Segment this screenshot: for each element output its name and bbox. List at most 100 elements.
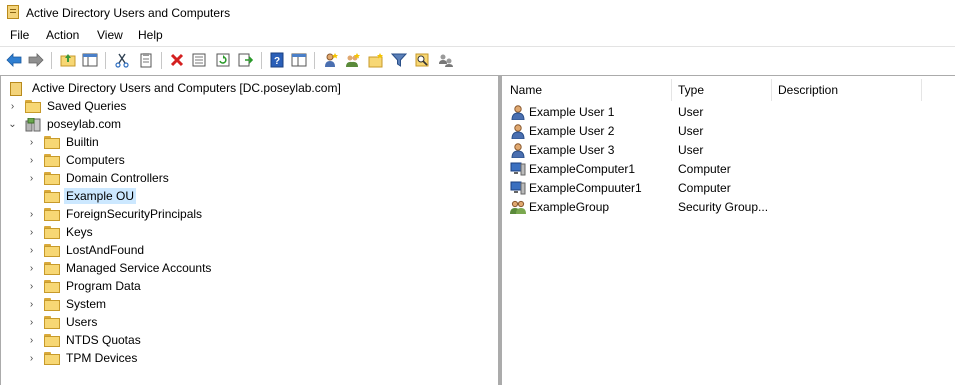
user-icon bbox=[510, 104, 526, 121]
help-icon[interactable]: ? bbox=[268, 51, 286, 69]
back-arrow-icon[interactable] bbox=[5, 51, 23, 69]
ou-folder-icon bbox=[44, 189, 60, 203]
column-header-description[interactable]: Description bbox=[778, 79, 838, 101]
list-item-type: User bbox=[678, 143, 704, 157]
folder-icon bbox=[44, 261, 60, 275]
tree-item-tpm-devices[interactable]: › TPM Devices bbox=[27, 349, 139, 367]
filter-icon[interactable] bbox=[390, 51, 408, 69]
chevron-right-icon[interactable]: › bbox=[27, 261, 36, 275]
computer-icon bbox=[510, 161, 526, 177]
folder-icon bbox=[44, 135, 60, 149]
chevron-right-icon[interactable]: › bbox=[8, 99, 17, 113]
tree-item-program-data[interactable]: › Program Data bbox=[27, 277, 143, 295]
list-item-type: Computer bbox=[678, 181, 731, 195]
tree-item-label: Builtin bbox=[66, 135, 99, 149]
console-help-icon[interactable] bbox=[290, 51, 308, 69]
folder-icon bbox=[44, 333, 60, 347]
tree-item-system[interactable]: › System bbox=[27, 295, 108, 313]
chevron-right-icon[interactable]: › bbox=[27, 315, 36, 329]
chevron-right-icon[interactable]: › bbox=[27, 171, 36, 185]
list-item-name: Example User 2 bbox=[529, 124, 615, 138]
new-user-icon[interactable] bbox=[322, 51, 340, 69]
cut-icon[interactable] bbox=[113, 51, 131, 69]
list-item-name: ExampleCompuuter1 bbox=[529, 181, 642, 195]
tree-item-label: Saved Queries bbox=[47, 99, 127, 113]
list-item[interactable]: Example User 2 User bbox=[510, 122, 950, 140]
aduc-root-icon bbox=[8, 81, 24, 96]
list-item-name: Example User 3 bbox=[529, 143, 615, 157]
tree-item-keys[interactable]: › Keys bbox=[27, 223, 95, 241]
column-header-name[interactable]: Name bbox=[510, 79, 542, 101]
user-icon bbox=[510, 123, 526, 140]
folder-icon bbox=[44, 279, 60, 293]
tree-item-managed-service-accounts[interactable]: › Managed Service Accounts bbox=[27, 259, 213, 277]
chevron-down-icon[interactable]: ⌄ bbox=[8, 117, 17, 131]
list-item-type: Security Group... bbox=[678, 200, 769, 214]
tree-item-label: Keys bbox=[66, 225, 93, 239]
forward-arrow-icon[interactable] bbox=[27, 51, 45, 69]
add-to-group-icon[interactable] bbox=[437, 51, 455, 69]
delete-icon[interactable] bbox=[168, 51, 186, 69]
aduc-app-icon bbox=[7, 5, 19, 19]
list-item[interactable]: Example User 1 User bbox=[510, 103, 950, 121]
folder-icon bbox=[25, 99, 41, 113]
group-icon bbox=[510, 199, 526, 215]
chevron-right-icon[interactable]: › bbox=[27, 333, 36, 347]
menu-action[interactable]: Action bbox=[46, 28, 79, 42]
refresh-icon[interactable] bbox=[214, 51, 232, 69]
chevron-right-icon[interactable]: › bbox=[27, 297, 36, 311]
chevron-right-icon[interactable]: › bbox=[27, 225, 36, 239]
list-item[interactable]: ExampleCompuuter1 Computer bbox=[510, 179, 950, 197]
tree-item-ntds-quotas[interactable]: › NTDS Quotas bbox=[27, 331, 143, 349]
list-item-type: User bbox=[678, 105, 704, 119]
tree-item-example-ou[interactable]: Example OU bbox=[27, 187, 137, 205]
list-item-name: ExampleComputer1 bbox=[529, 162, 636, 176]
window-title: Active Directory Users and Computers bbox=[26, 6, 231, 20]
folder-icon bbox=[44, 297, 60, 311]
folder-icon bbox=[44, 315, 60, 329]
tree-item-label: ForeignSecurityPrincipals bbox=[66, 207, 203, 221]
list-item[interactable]: ExampleGroup Security Group... bbox=[510, 198, 950, 216]
column-header-type[interactable]: Type bbox=[678, 79, 704, 101]
chevron-right-icon[interactable]: › bbox=[27, 243, 36, 257]
tree-item-saved-queries[interactable]: › Saved Queries bbox=[8, 97, 128, 115]
tree-item-label: NTDS Quotas bbox=[66, 333, 141, 347]
tree-item-computers[interactable]: › Computers bbox=[27, 151, 127, 169]
tree-item-label: TPM Devices bbox=[66, 351, 138, 365]
tree-item-foreignsecurityprincipals[interactable]: › ForeignSecurityPrincipals bbox=[27, 205, 204, 223]
chevron-right-icon[interactable]: › bbox=[27, 153, 36, 167]
find-icon[interactable] bbox=[413, 51, 431, 69]
tree-item-users[interactable]: › Users bbox=[27, 313, 99, 331]
copy-icon[interactable] bbox=[137, 51, 155, 69]
computer-icon bbox=[510, 180, 526, 196]
properties-icon[interactable] bbox=[190, 51, 208, 69]
tree-item-label: poseylab.com bbox=[47, 117, 122, 131]
list-item-name: Example User 1 bbox=[529, 105, 615, 119]
menu-view[interactable]: View bbox=[97, 28, 123, 42]
up-folder-icon[interactable] bbox=[59, 51, 77, 69]
chevron-right-icon[interactable]: › bbox=[27, 207, 36, 221]
list-item-name: ExampleGroup bbox=[529, 200, 610, 214]
tree-item-domain-controllers[interactable]: › Domain Controllers bbox=[27, 169, 171, 187]
show-hide-tree-icon[interactable] bbox=[81, 51, 99, 69]
folder-icon bbox=[44, 207, 60, 221]
tree-item-lostandfound[interactable]: › LostAndFound bbox=[27, 241, 146, 259]
new-ou-icon[interactable] bbox=[367, 51, 385, 69]
tree-root[interactable]: Active Directory Users and Computers [DC… bbox=[8, 79, 343, 97]
tree-item-label: Program Data bbox=[66, 279, 141, 293]
menu-help[interactable]: Help bbox=[138, 28, 163, 42]
export-list-icon[interactable] bbox=[236, 51, 254, 69]
tree-item-builtin[interactable]: › Builtin bbox=[27, 133, 101, 151]
chevron-right-icon[interactable]: › bbox=[27, 279, 36, 293]
menu-file[interactable]: File bbox=[10, 28, 29, 42]
list-item[interactable]: ExampleComputer1 Computer bbox=[510, 160, 950, 178]
new-group-icon[interactable] bbox=[344, 51, 362, 69]
chevron-right-icon[interactable]: › bbox=[27, 351, 36, 365]
details-list: Name Type Description Example User 1 Use… bbox=[502, 76, 955, 385]
tree-item-domain[interactable]: ⌄ poseylab.com bbox=[8, 115, 123, 133]
folder-icon bbox=[44, 351, 60, 365]
list-item[interactable]: Example User 3 User bbox=[510, 141, 950, 159]
chevron-right-icon[interactable]: › bbox=[27, 135, 36, 149]
console-tree: Active Directory Users and Computers [DC… bbox=[1, 76, 498, 385]
folder-icon bbox=[44, 153, 60, 167]
